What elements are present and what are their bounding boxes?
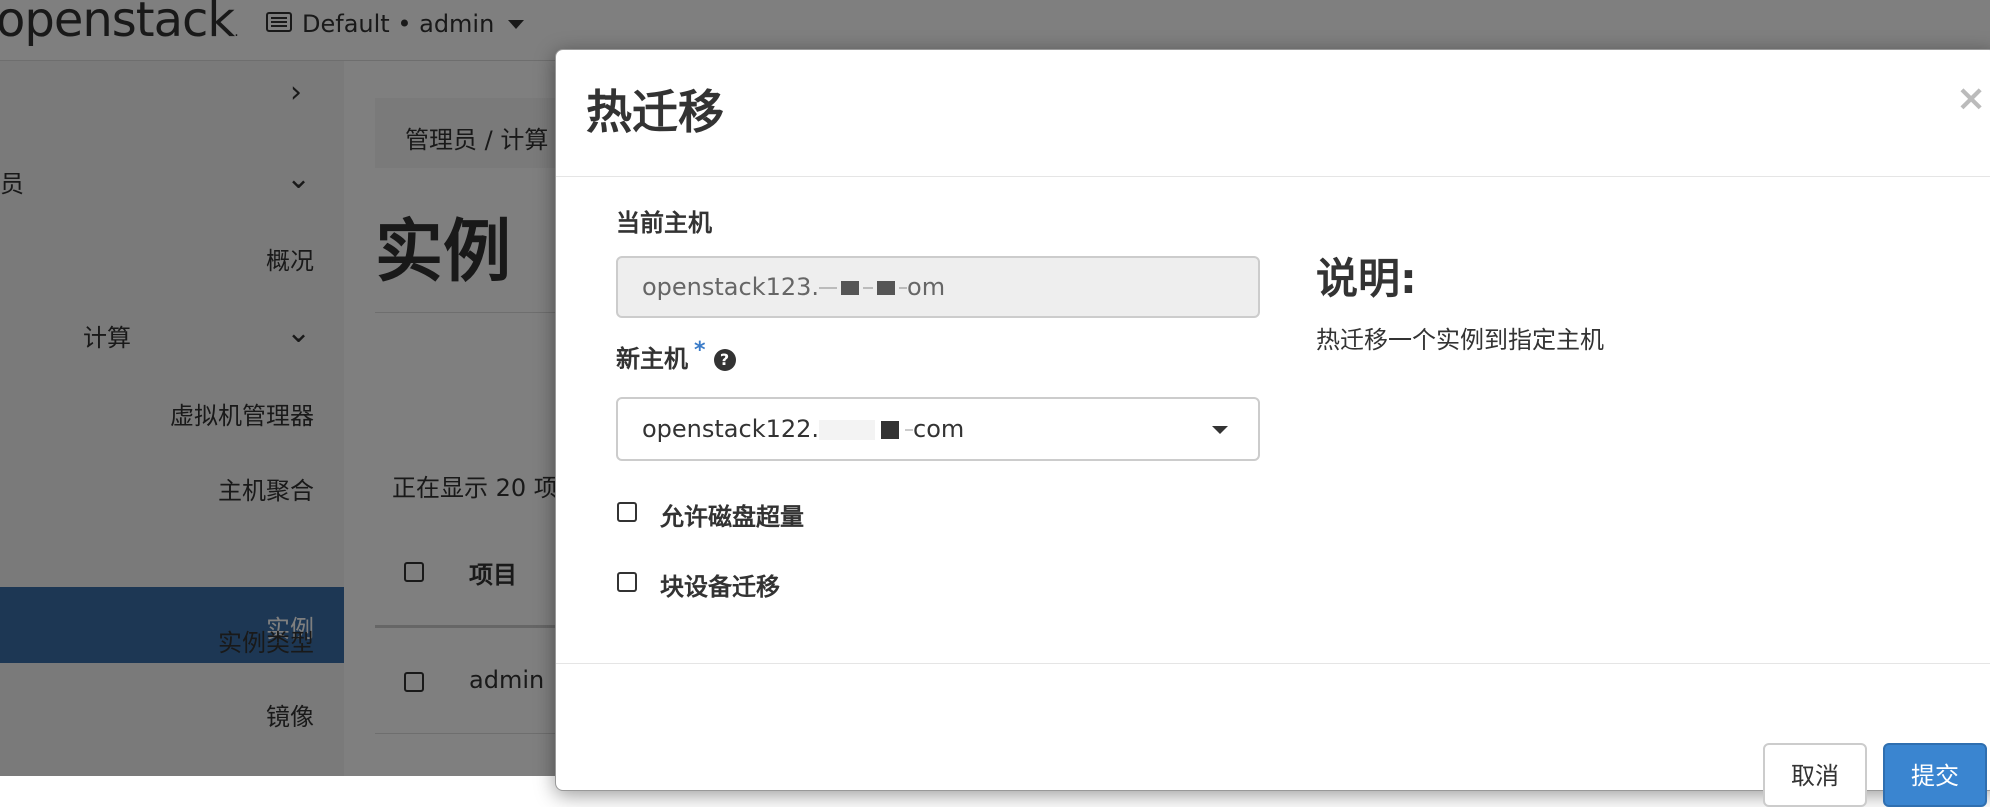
current-host-field: openstack123. om [616, 256, 1260, 318]
submit-button[interactable]: 提交 [1883, 743, 1987, 807]
close-icon[interactable]: × [1956, 78, 1986, 119]
new-host-value: openstack122. [642, 415, 820, 443]
cancel-button[interactable]: 取消 [1763, 743, 1867, 807]
current-host-suffix: om [907, 273, 946, 301]
caret-down-icon [1212, 426, 1228, 434]
new-host-label: 新主机 *? [616, 338, 736, 374]
required-asterisk: * [694, 338, 706, 363]
block-migration-label: 块设备迁移 [660, 573, 780, 601]
modal-body: 当前主机 openstack123. om 新主机 *? openstack122.… [556, 177, 1990, 662]
description-title: 说明: [1316, 254, 1417, 303]
modal-title: 热迁移 [586, 85, 724, 139]
current-host-value: openstack123. [642, 273, 820, 301]
disk-overcommit-label: 允许磁盘超量 [660, 503, 804, 531]
new-host-label-text: 新主机 [616, 345, 688, 373]
description-text: 热迁移一个实例到指定主机 [1316, 326, 1604, 354]
live-migrate-dialog: 热迁移 × 当前主机 openstack123. om 新主机 *? opensta… [555, 49, 1990, 807]
question-circle-icon[interactable]: ? [713, 349, 736, 371]
current-host-label: 当前主机 [616, 209, 712, 237]
new-host-select[interactable]: openstack122. com [616, 397, 1260, 461]
modal-footer: 取消 提交 [556, 663, 1990, 807]
disk-overcommit-checkbox[interactable] [617, 502, 637, 522]
block-migration-checkbox[interactable] [617, 572, 637, 592]
modal-header: 热迁移 × [556, 50, 1990, 177]
new-host-suffix: com [913, 415, 965, 443]
